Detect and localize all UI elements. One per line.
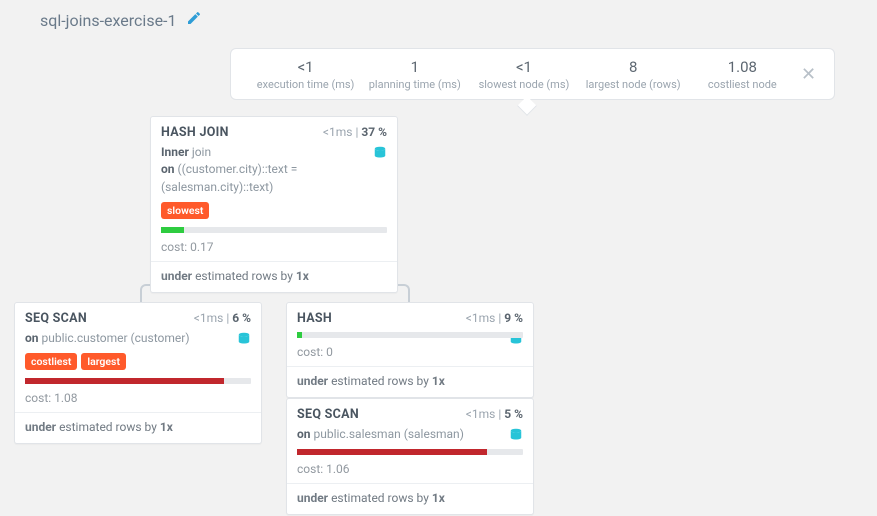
stat-value: <1	[469, 58, 578, 76]
stats-bar: <1 execution time (ms) 1 planning time (…	[230, 48, 835, 100]
node-time: <1ms | 37 %	[323, 125, 387, 139]
cost-bar	[25, 378, 251, 384]
node-desc: on public.salesman (salesman)	[297, 427, 464, 441]
tag-slowest: slowest	[161, 202, 209, 219]
node-cost: cost: 0.17	[151, 237, 397, 261]
plan-node-seq-scan-customer[interactable]: SEQ SCAN <1ms | 6 % on public.customer (…	[14, 302, 262, 444]
plan-node-seq-scan-salesman[interactable]: SEQ SCAN <1ms | 5 % on public.salesman (…	[286, 398, 534, 515]
stat-label: execution time (ms)	[251, 78, 360, 91]
tag-largest: largest	[81, 353, 126, 370]
stat-value: <1	[251, 58, 360, 76]
stat-value: 1.08	[688, 58, 797, 76]
stat-value: 1	[360, 58, 469, 76]
plan-node-hash[interactable]: HASH <1ms | 9 % cost: 0 under estimated …	[286, 302, 534, 398]
plan-node-hash-join[interactable]: HASH JOIN <1ms | 37 % Inner join on ((cu…	[150, 116, 398, 293]
node-name: HASH JOIN	[161, 125, 229, 140]
stat-largest-node: 8 largest node (rows)	[579, 58, 688, 91]
node-cost: cost: 1.08	[15, 388, 261, 412]
close-icon[interactable]: ✕	[797, 64, 820, 85]
page-title: sql-joins-exercise-1	[40, 11, 176, 30]
node-desc: on ((customer.city)::text = (salesman.ci…	[161, 162, 297, 193]
cost-bar	[297, 449, 523, 455]
node-time: <1ms | 6 %	[194, 311, 251, 325]
stat-label: slowest node (ms)	[469, 78, 578, 91]
node-desc: Inner join	[161, 145, 211, 159]
database-icon	[373, 146, 387, 165]
stat-costliest-node: 1.08 costliest node	[688, 58, 797, 91]
database-icon	[237, 332, 251, 351]
stat-slowest-node: <1 slowest node (ms)	[469, 58, 578, 91]
node-name: SEQ SCAN	[297, 407, 359, 422]
database-icon	[509, 428, 523, 447]
stat-label: costliest node	[688, 78, 797, 91]
node-estimate: under estimated rows by 1x	[15, 413, 261, 443]
node-estimate: under estimated rows by 1x	[287, 367, 533, 397]
tag-costliest: costliest	[25, 353, 77, 370]
edit-icon[interactable]	[186, 10, 202, 30]
stat-execution-time: <1 execution time (ms)	[251, 58, 360, 91]
cost-bar	[161, 227, 387, 233]
node-estimate: under estimated rows by 1x	[151, 262, 397, 292]
stat-planning-time: 1 planning time (ms)	[360, 58, 469, 91]
stat-label: largest node (rows)	[579, 78, 688, 91]
node-name: HASH	[297, 311, 332, 326]
node-name: SEQ SCAN	[25, 311, 87, 326]
node-desc: on public.customer (customer)	[25, 331, 190, 345]
node-cost: cost: 0	[287, 342, 533, 366]
node-cost: cost: 1.06	[287, 459, 533, 483]
cost-bar	[297, 332, 523, 338]
node-time: <1ms | 5 %	[466, 407, 523, 421]
node-estimate: under estimated rows by 1x	[287, 484, 533, 514]
node-time: <1ms | 9 %	[466, 311, 523, 325]
stat-value: 8	[579, 58, 688, 76]
stat-label: planning time (ms)	[360, 78, 469, 91]
